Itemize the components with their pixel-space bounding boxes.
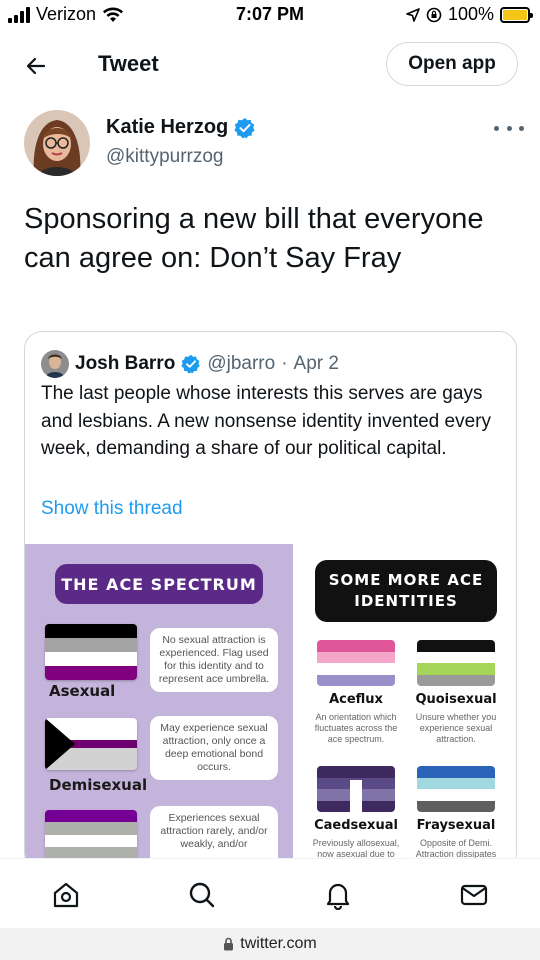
messages-icon	[460, 884, 488, 906]
status-bar: Verizon 7:07 PM 100%	[0, 0, 540, 30]
page-title: Tweet	[98, 51, 159, 76]
author-name[interactable]: Katie Herzog	[106, 116, 228, 139]
identity-label: Demisexual	[49, 776, 148, 794]
lock-icon	[224, 937, 234, 951]
more-identities-title: SOME MORE ACE IDENTITIES	[315, 560, 497, 622]
demisexual-flag	[45, 718, 137, 770]
more-options-icon[interactable]	[494, 118, 524, 138]
identity-description: An orientation which fluctuates across t…	[314, 712, 398, 744]
nav-search[interactable]	[184, 877, 220, 913]
quoted-avatar	[41, 350, 69, 378]
open-app-button[interactable]: Open app	[386, 42, 518, 86]
orientation-lock-icon	[426, 7, 442, 22]
fraysexual-flag	[417, 766, 495, 812]
ace-spectrum-title: THE ACE SPECTRUM	[55, 564, 263, 604]
battery-icon	[500, 6, 533, 23]
status-right: 100%	[406, 4, 533, 25]
page-header: Tweet Open app	[0, 36, 540, 96]
identity-description: Unsure whether you experience sexual att…	[415, 712, 497, 744]
bottom-nav	[0, 858, 540, 928]
ace-spectrum-panel: THE ACE SPECTRUM Asexual No sexual attra…	[25, 544, 293, 870]
tweet-text: Sponsoring a new bill that everyone can …	[24, 203, 484, 274]
quoted-author-name: Josh Barro	[75, 353, 176, 374]
arrow-left-icon	[26, 57, 46, 75]
identity-description: No sexual attraction is experienced. Fla…	[150, 628, 278, 692]
home-icon	[53, 882, 79, 908]
search-icon	[189, 882, 215, 908]
author-name-row: Katie Herzog	[106, 116, 256, 139]
tweet-author: Katie Herzog @kittypurrzog	[24, 110, 524, 180]
identity-label: Quoisexual	[415, 692, 497, 707]
verified-badge-icon	[181, 354, 201, 374]
identity-description: May experience sexual attraction, only o…	[150, 716, 278, 780]
nav-notifications[interactable]	[320, 877, 356, 913]
identity-label: Caedsexual	[314, 818, 398, 833]
nav-home[interactable]	[48, 877, 84, 913]
back-button[interactable]	[18, 48, 54, 84]
notifications-icon	[326, 883, 350, 910]
aceflux-flag	[317, 640, 395, 686]
quoted-tweet-date: Apr 2	[293, 353, 339, 374]
identity-label: Asexual	[49, 682, 116, 700]
location-arrow-icon	[406, 7, 420, 22]
more-ace-identities-panel: SOME MORE ACE IDENTITIES Aceflux An orie…	[293, 544, 516, 870]
quoted-tweet-text: The last people whose interests this ser…	[41, 383, 491, 459]
nav-messages[interactable]	[456, 877, 492, 913]
identity-description: Previously allosexual, now asexual due t…	[312, 838, 400, 859]
verified-badge-icon	[234, 117, 255, 138]
separator-dot: ·	[281, 353, 288, 374]
avatar[interactable]	[24, 110, 90, 176]
url-text: twitter.com	[240, 935, 317, 952]
quoted-author-handle: @jbarro	[207, 353, 276, 374]
identity-description: Opposite of Demi. Attraction dissipates	[415, 838, 497, 859]
identity-label: Fraysexual	[416, 818, 496, 833]
show-thread-link[interactable]: Show this thread	[41, 498, 183, 520]
caedsexual-flag	[317, 766, 395, 812]
quoisexual-flag	[417, 640, 495, 686]
quoted-tweet-image[interactable]: THE ACE SPECTRUM Asexual No sexual attra…	[25, 544, 516, 870]
quoted-tweet-card[interactable]: Josh Barro @jbarro · Apr 2 The last peop…	[24, 331, 517, 871]
quoted-tweet-header: Josh Barro @jbarro · Apr 2	[41, 350, 339, 378]
author-handle[interactable]: @kittypurrzog	[106, 146, 224, 168]
asexual-flag	[45, 624, 137, 680]
battery-percent: 100%	[447, 4, 494, 24]
browser-url-bar[interactable]: twitter.com	[0, 928, 540, 960]
identity-label: Aceflux	[329, 692, 383, 707]
